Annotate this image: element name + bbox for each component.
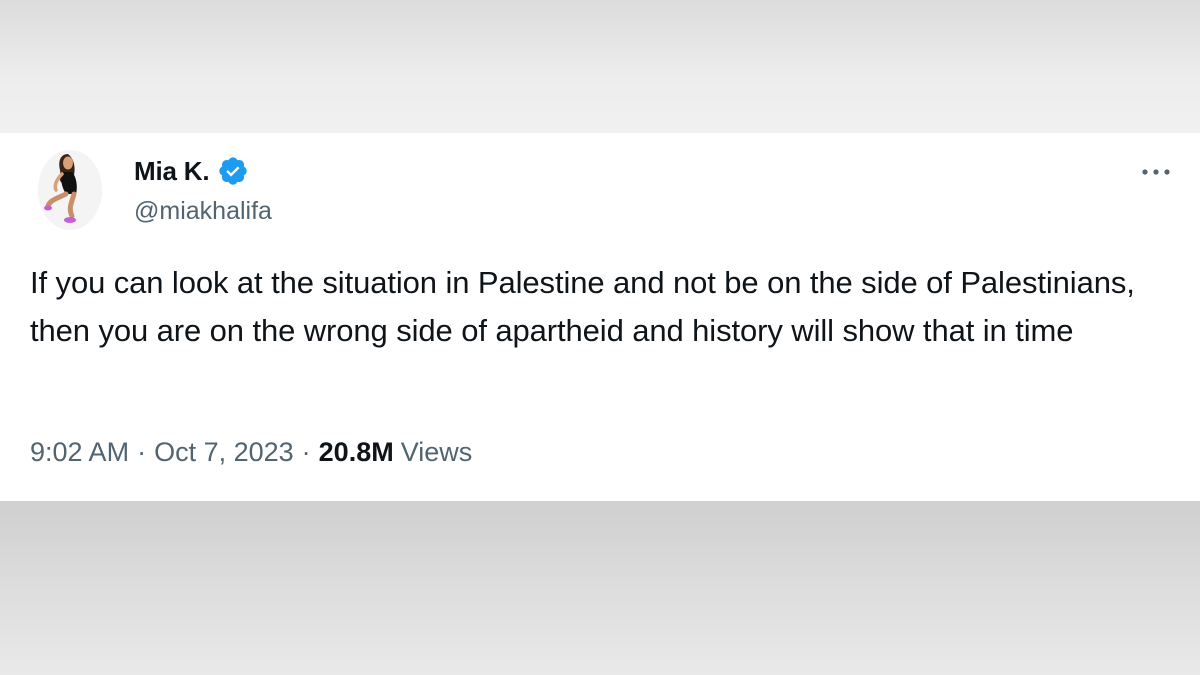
avatar[interactable] xyxy=(38,150,102,230)
user-handle[interactable]: @miakhalifa xyxy=(134,197,272,226)
background-top xyxy=(0,0,1200,133)
author-name-row: Mia K. xyxy=(134,153,249,189)
separator-dot: · xyxy=(137,437,147,467)
display-name[interactable]: Mia K. xyxy=(134,156,210,187)
avatar-image xyxy=(38,150,102,230)
more-options-icon[interactable] xyxy=(1138,160,1174,184)
tweet-card: Mia K. @miakhalifa If you can look at th… xyxy=(0,133,1200,501)
views-count[interactable]: 20.8M xyxy=(319,437,394,468)
verified-badge-icon xyxy=(217,155,249,187)
tweet-text: If you can look at the situation in Pale… xyxy=(30,265,1135,348)
separator-dot: · xyxy=(301,437,311,467)
tweet-metadata: 9:02 AM · Oct 7, 2023 · 20.8M Views xyxy=(30,437,472,468)
background-bottom xyxy=(0,501,1200,675)
views-label: Views xyxy=(400,437,473,467)
tweet-date[interactable]: Oct 7, 2023 xyxy=(154,437,294,468)
tweet-time[interactable]: 9:02 AM xyxy=(30,437,129,468)
